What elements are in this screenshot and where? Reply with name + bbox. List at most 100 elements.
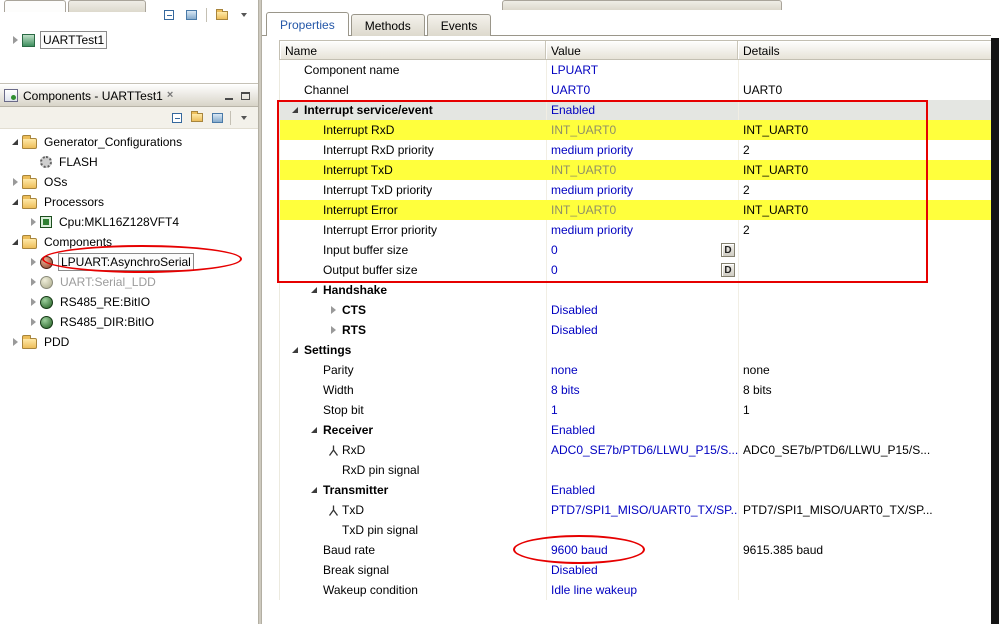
property-row-interrupt-error-priority[interactable]: Interrupt Error priority medium priority 2: [280, 220, 991, 240]
expander-expanded-icon[interactable]: [288, 107, 302, 113]
value-cell[interactable]: Idle line wakeup: [546, 580, 738, 600]
value-cell[interactable]: [546, 340, 738, 360]
property-row-input-buffer-size[interactable]: Input buffer size 0 D: [280, 240, 991, 260]
tree-item-flash[interactable]: FLASH: [0, 152, 258, 172]
tree-item-uarttest1[interactable]: UARTTest1: [0, 30, 258, 50]
value-cell[interactable]: [546, 280, 738, 300]
cut-tab-stub[interactable]: [68, 0, 146, 12]
expander-collapsed-icon[interactable]: [326, 326, 340, 334]
tab-methods[interactable]: Methods: [350, 14, 425, 36]
tab-events[interactable]: Events: [426, 14, 492, 36]
property-row-receiver[interactable]: Receiver Enabled: [280, 420, 991, 440]
value-cell[interactable]: Disabled: [546, 300, 738, 320]
collapse-all-icon[interactable]: [159, 6, 179, 24]
tree-item-pdd[interactable]: PDD: [0, 332, 258, 352]
expander-collapsed-icon[interactable]: [26, 218, 40, 226]
column-header-name[interactable]: Name: [280, 41, 546, 59]
value-cell[interactable]: medium priority: [546, 220, 738, 240]
property-row-width[interactable]: Width 8 bits 8 bits: [280, 380, 991, 400]
expander-expanded-icon[interactable]: [8, 199, 22, 205]
tree-item-generator-configurations[interactable]: Generator_Configurations: [0, 132, 258, 152]
value-cell[interactable]: medium priority: [546, 180, 738, 200]
value-cell[interactable]: 0D: [546, 260, 738, 280]
tree-item-uart-serial-ldd[interactable]: UART:Serial_LDD: [0, 272, 258, 292]
property-row-handshake[interactable]: Handshake: [280, 280, 991, 300]
property-row-break-signal[interactable]: Break signal Disabled: [280, 560, 991, 580]
tree-item-oss[interactable]: OSs: [0, 172, 258, 192]
default-button[interactable]: D: [721, 263, 735, 277]
expander-expanded-icon[interactable]: [288, 347, 302, 353]
value-cell[interactable]: INT_UART0: [546, 200, 738, 220]
value-cell[interactable]: Enabled: [546, 100, 738, 120]
value-cell[interactable]: [546, 520, 738, 540]
value-cell[interactable]: medium priority: [546, 140, 738, 160]
value-cell[interactable]: 1: [546, 400, 738, 420]
folder-icon[interactable]: [187, 109, 207, 127]
stack-icon[interactable]: [207, 109, 227, 127]
tree-item-rs485-dir-bitio[interactable]: RS485_DIR:BitIO: [0, 312, 258, 332]
folder-icon[interactable]: [212, 6, 232, 24]
tree-item-cpu-mkl16z128vft4[interactable]: Cpu:MKL16Z128VFT4: [0, 212, 258, 232]
value-cell[interactable]: Enabled: [546, 480, 738, 500]
expander-collapsed-icon[interactable]: [326, 306, 340, 314]
expander-collapsed-icon[interactable]: [8, 178, 22, 186]
property-row-interrupt-txd[interactable]: Interrupt TxD INT_UART0 INT_UART0: [280, 160, 991, 180]
value-cell[interactable]: Enabled: [546, 420, 738, 440]
value-cell[interactable]: [546, 460, 738, 480]
collapse-all-icon[interactable]: [167, 109, 187, 127]
property-row-channel[interactable]: Channel UART0 UART0: [280, 80, 991, 100]
tree-item-rs485-re-bitio[interactable]: RS485_RE:BitIO: [0, 292, 258, 312]
expander-collapsed-icon[interactable]: [26, 278, 40, 286]
property-row-txd[interactable]: TxD PTD7/SPI1_MISO/UART0_TX/SP... PTD7/SPI…: [280, 500, 991, 520]
expander-expanded-icon[interactable]: [8, 239, 22, 245]
property-row-interrupt-service-event[interactable]: Interrupt service/event Enabled: [280, 100, 991, 120]
property-row-component-name[interactable]: Component name LPUART: [280, 60, 991, 80]
expander-expanded-icon[interactable]: [307, 427, 321, 433]
expander-expanded-icon[interactable]: [8, 139, 22, 145]
expander-expanded-icon[interactable]: [307, 487, 321, 493]
expander-collapsed-icon[interactable]: [26, 298, 40, 306]
property-row-interrupt-rxd[interactable]: Interrupt RxD INT_UART0 INT_UART0: [280, 120, 991, 140]
property-row-settings[interactable]: Settings: [280, 340, 991, 360]
property-row-wakeup-condition[interactable]: Wakeup condition Idle line wakeup: [280, 580, 991, 600]
default-button[interactable]: D: [721, 243, 735, 257]
expander-collapsed-icon[interactable]: [26, 318, 40, 326]
expander-collapsed-icon[interactable]: [26, 258, 40, 266]
value-cell[interactable]: INT_UART0: [546, 120, 738, 140]
tab-properties[interactable]: Properties: [266, 12, 349, 36]
value-cell[interactable]: 8 bits: [546, 380, 738, 400]
property-row-interrupt-rxd-priority[interactable]: Interrupt RxD priority medium priority 2: [280, 140, 991, 160]
property-row-rxd[interactable]: RxD ADC0_SE7b/PTD6/LLWU_P15/S... ADC0_SE7b…: [280, 440, 991, 460]
property-row-interrupt-error[interactable]: Interrupt Error INT_UART0 INT_UART0: [280, 200, 991, 220]
tree-item-components[interactable]: Components: [0, 232, 258, 252]
expander-collapsed-icon[interactable]: [8, 36, 22, 44]
expander-expanded-icon[interactable]: [307, 287, 321, 293]
value-cell[interactable]: 0D: [546, 240, 738, 260]
property-row-rxd-pin-signal[interactable]: RxD pin signal: [280, 460, 991, 480]
value-cell[interactable]: LPUART: [546, 60, 738, 80]
property-row-parity[interactable]: Parity none none: [280, 360, 991, 380]
value-cell[interactable]: ADC0_SE7b/PTD6/LLWU_P15/S...: [546, 440, 738, 460]
close-icon[interactable]: ×: [167, 90, 173, 101]
value-cell[interactable]: none: [546, 360, 738, 380]
column-header-details[interactable]: Details: [738, 41, 991, 59]
property-row-txd-pin-signal[interactable]: TxD pin signal: [280, 520, 991, 540]
stack-icon[interactable]: [181, 6, 201, 24]
minimize-icon[interactable]: [220, 88, 237, 103]
property-row-cts[interactable]: CTS Disabled: [280, 300, 991, 320]
view-menu-caret-icon[interactable]: [234, 109, 254, 127]
column-header-value[interactable]: Value: [546, 41, 738, 59]
view-menu-caret-icon[interactable]: [234, 6, 254, 24]
cut-tab-stub[interactable]: [502, 0, 782, 10]
expander-collapsed-icon[interactable]: [8, 338, 22, 346]
value-cell[interactable]: Disabled: [546, 320, 738, 340]
property-row-baud-rate[interactable]: Baud rate 9600 baud 9615.385 baud: [280, 540, 991, 560]
tree-item-lpuart-asynchroserial[interactable]: LPUART:AsynchroSerial: [0, 252, 258, 272]
cut-tab-stub[interactable]: [4, 0, 66, 12]
property-row-transmitter[interactable]: Transmitter Enabled: [280, 480, 991, 500]
value-cell[interactable]: 9600 baud: [546, 540, 738, 560]
value-cell[interactable]: INT_UART0: [546, 160, 738, 180]
maximize-icon[interactable]: [237, 88, 254, 103]
value-cell[interactable]: PTD7/SPI1_MISO/UART0_TX/SP...: [546, 500, 738, 520]
tree-item-processors[interactable]: Processors: [0, 192, 258, 212]
